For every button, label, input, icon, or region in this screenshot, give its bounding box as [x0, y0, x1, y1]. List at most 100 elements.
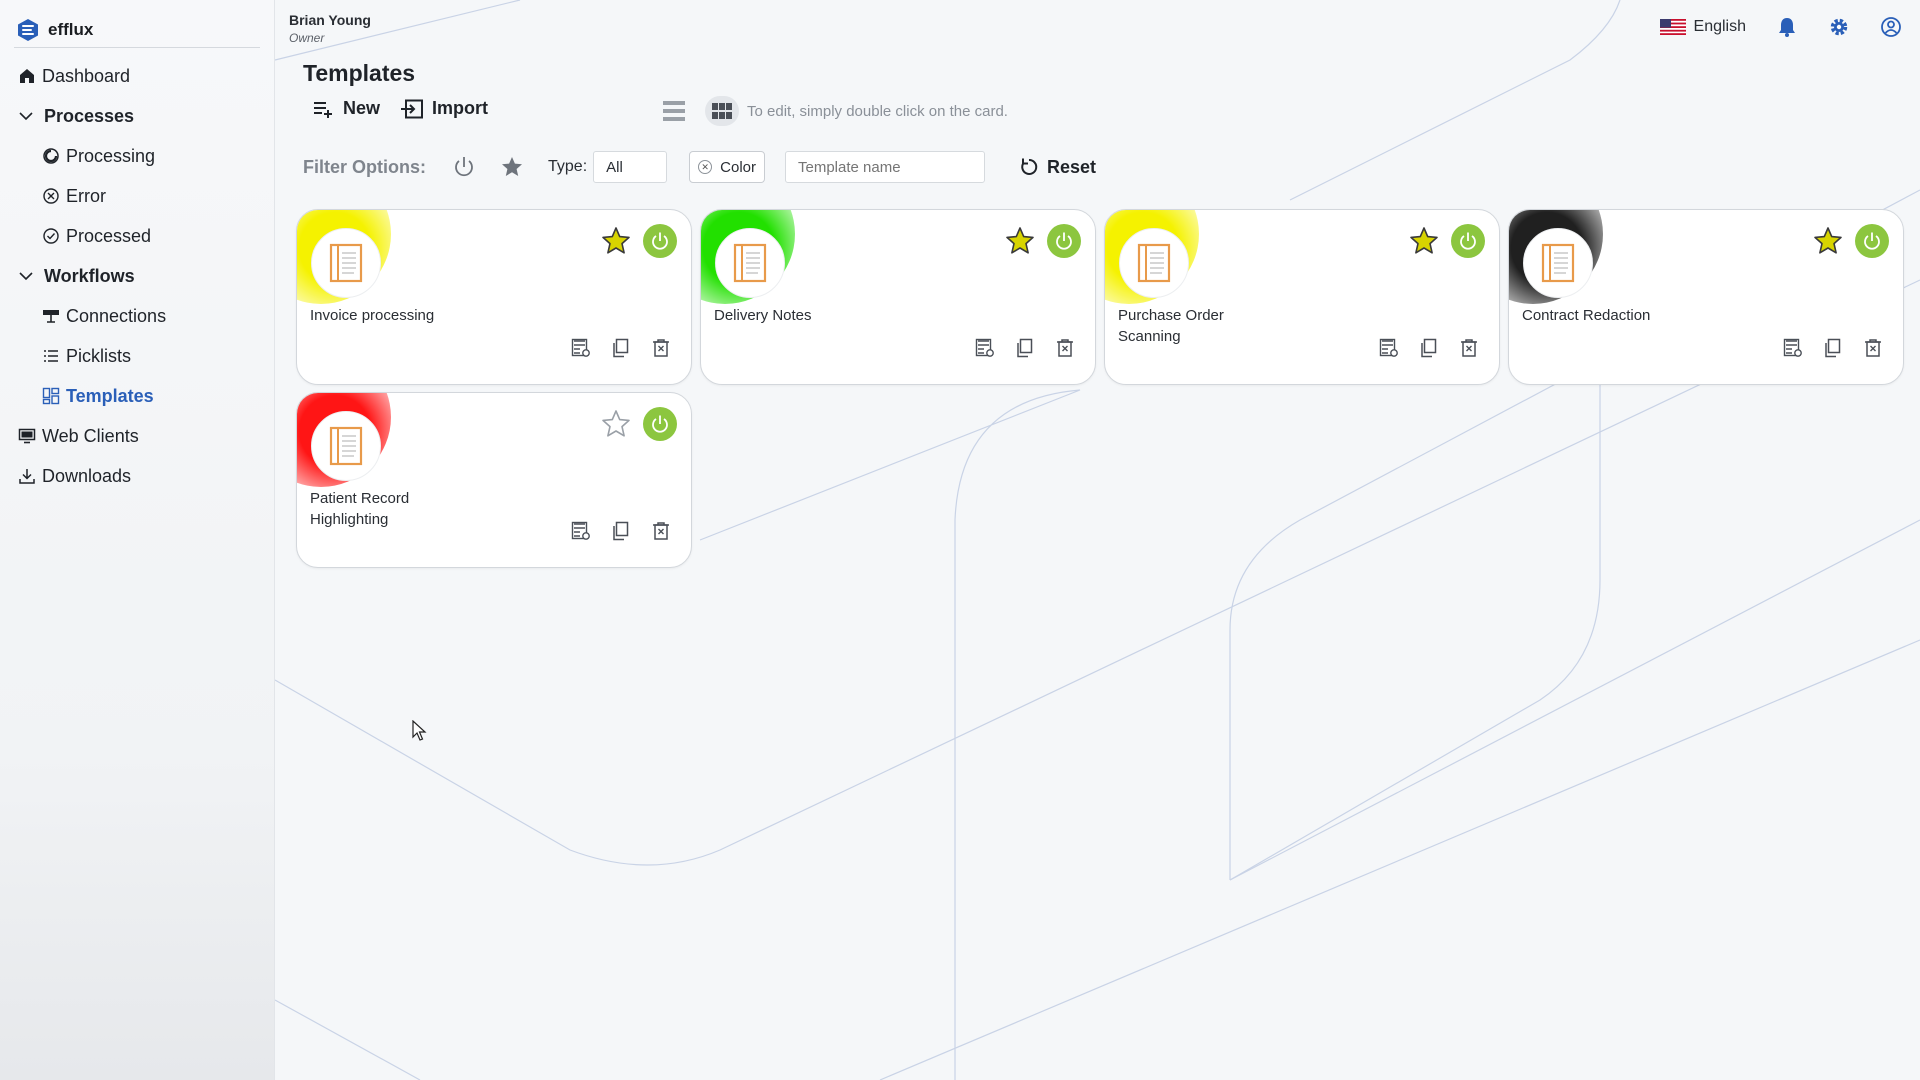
new-label: New [343, 98, 381, 118]
active-toggle-button[interactable] [643, 224, 677, 258]
settings-doc-icon[interactable] [1783, 338, 1803, 358]
active-toggle-button[interactable] [643, 407, 677, 441]
grid-view-button[interactable] [705, 96, 739, 126]
type-select[interactable]: All [593, 151, 668, 183]
view-toggle: To edit, simply double click on the card… [657, 96, 1008, 126]
favorite-star-icon[interactable] [1005, 226, 1035, 256]
favorite-star-icon[interactable] [1813, 226, 1843, 256]
card-actions [571, 521, 671, 541]
template-title: Purchase Order Scanning [1118, 307, 1224, 345]
card-actions [1783, 338, 1883, 358]
settings-doc-icon[interactable] [975, 338, 995, 358]
card-actions [571, 338, 671, 358]
chevron-down-icon [19, 272, 33, 281]
template-card[interactable]: Invoice processing [296, 209, 692, 385]
settings-doc-icon[interactable] [571, 521, 591, 541]
active-toggle-button[interactable] [1047, 224, 1081, 258]
sidebar-item-label: Error [66, 185, 106, 206]
template-title: Invoice processing [310, 307, 435, 324]
template-card[interactable]: Contract Redaction [1508, 209, 1904, 385]
sidebar-item-label: Connections [66, 305, 167, 326]
template-avatar [715, 228, 785, 298]
sidebar-item-web-clients[interactable]: Web Clients [0, 416, 274, 456]
user-circle-icon[interactable] [1880, 16, 1902, 38]
favorite-star-icon[interactable] [1409, 226, 1439, 256]
delete-icon[interactable] [1055, 338, 1075, 358]
power-icon [1460, 232, 1476, 250]
bell-icon[interactable] [1776, 16, 1798, 38]
notebook-icon [1137, 243, 1171, 283]
power-icon [652, 232, 668, 250]
copy-icon[interactable] [611, 338, 631, 358]
check-circle-icon [42, 227, 60, 245]
template-avatar [311, 228, 381, 298]
reset-button[interactable]: Reset [1019, 157, 1096, 178]
import-button[interactable]: Import [400, 98, 488, 119]
chevron-down-icon [19, 112, 33, 121]
template-avatar [1119, 228, 1189, 298]
sidebar-nav: Dashboard Processes Processing Error Pro… [0, 56, 274, 496]
sidebar-item-dashboard[interactable]: Dashboard [0, 56, 274, 96]
connections-icon [42, 307, 60, 325]
efflux-logo-icon [18, 18, 38, 41]
gear-icon[interactable] [1828, 16, 1850, 38]
list-view-button[interactable] [657, 96, 691, 126]
star-filter-icon[interactable] [500, 155, 524, 179]
type-label: Type: [548, 158, 588, 175]
list-view-icon [663, 101, 685, 121]
reset-icon [1021, 158, 1038, 175]
sidebar-item-error[interactable]: Error [0, 176, 274, 216]
sidebar-item-label: Picklists [66, 345, 132, 366]
sidebar-item-processing[interactable]: Processing [0, 136, 274, 176]
template-card[interactable]: Delivery Notes [700, 209, 1096, 385]
sidebar-item-label: Processed [66, 225, 152, 246]
processing-icon [42, 147, 60, 165]
template-avatar [1523, 228, 1593, 298]
sidebar-item-picklists[interactable]: Picklists [0, 336, 274, 376]
copy-icon[interactable] [1823, 338, 1843, 358]
sidebar: efflux Dashboard Processes Processing Er… [0, 0, 275, 1080]
power-icon [1864, 232, 1880, 250]
template-title: Patient Record Highlighting [310, 490, 410, 528]
settings-doc-icon[interactable] [1379, 338, 1399, 358]
sidebar-item-templates[interactable]: Templates [0, 376, 274, 416]
language-selector[interactable]: English [1659, 18, 1746, 36]
template-title: Delivery Notes [714, 307, 812, 324]
template-card[interactable]: Patient Record Highlighting [296, 392, 692, 568]
page-title: Templates [303, 60, 416, 86]
delete-icon[interactable] [651, 338, 671, 358]
sidebar-item-processed[interactable]: Processed [0, 216, 274, 256]
delete-icon[interactable] [1459, 338, 1479, 358]
settings-doc-icon[interactable] [571, 338, 591, 358]
copy-icon[interactable] [1015, 338, 1035, 358]
sidebar-item-label: Templates [66, 385, 154, 406]
grid-view-icon [712, 103, 732, 119]
favorite-star-icon[interactable] [601, 226, 631, 256]
brand[interactable]: efflux [14, 0, 260, 48]
sidebar-item-label: Processing [66, 145, 156, 166]
template-card[interactable]: Purchase Order Scanning [1104, 209, 1500, 385]
sidebar-group-processes[interactable]: Processes [0, 96, 274, 136]
template-title: Contract Redaction [1522, 307, 1651, 324]
sidebar-item-connections[interactable]: Connections [0, 296, 274, 336]
power-filter-icon[interactable] [452, 155, 476, 179]
active-toggle-button[interactable] [1451, 224, 1485, 258]
template-name-input[interactable] [785, 151, 985, 183]
delete-icon[interactable] [651, 521, 671, 541]
copy-icon[interactable] [611, 521, 631, 541]
copy-icon[interactable] [1419, 338, 1439, 358]
sidebar-group-workflows[interactable]: Workflows [0, 256, 274, 296]
new-button[interactable]: New [313, 98, 380, 119]
color-filter-chip[interactable]: ✕ Color [689, 151, 765, 183]
active-toggle-button[interactable] [1855, 224, 1889, 258]
notebook-icon [733, 243, 767, 283]
remove-chip-icon[interactable]: ✕ [698, 160, 713, 174]
card-actions [975, 338, 1075, 358]
filter-bar: Filter Options: Type: All ✕ Color Reset [303, 150, 1096, 184]
header-actions: English [1659, 16, 1902, 38]
favorite-star-outline-icon[interactable] [601, 409, 631, 439]
import-label: Import [432, 98, 489, 118]
monitor-icon [18, 427, 36, 445]
delete-icon[interactable] [1863, 338, 1883, 358]
sidebar-item-downloads[interactable]: Downloads [0, 456, 274, 496]
